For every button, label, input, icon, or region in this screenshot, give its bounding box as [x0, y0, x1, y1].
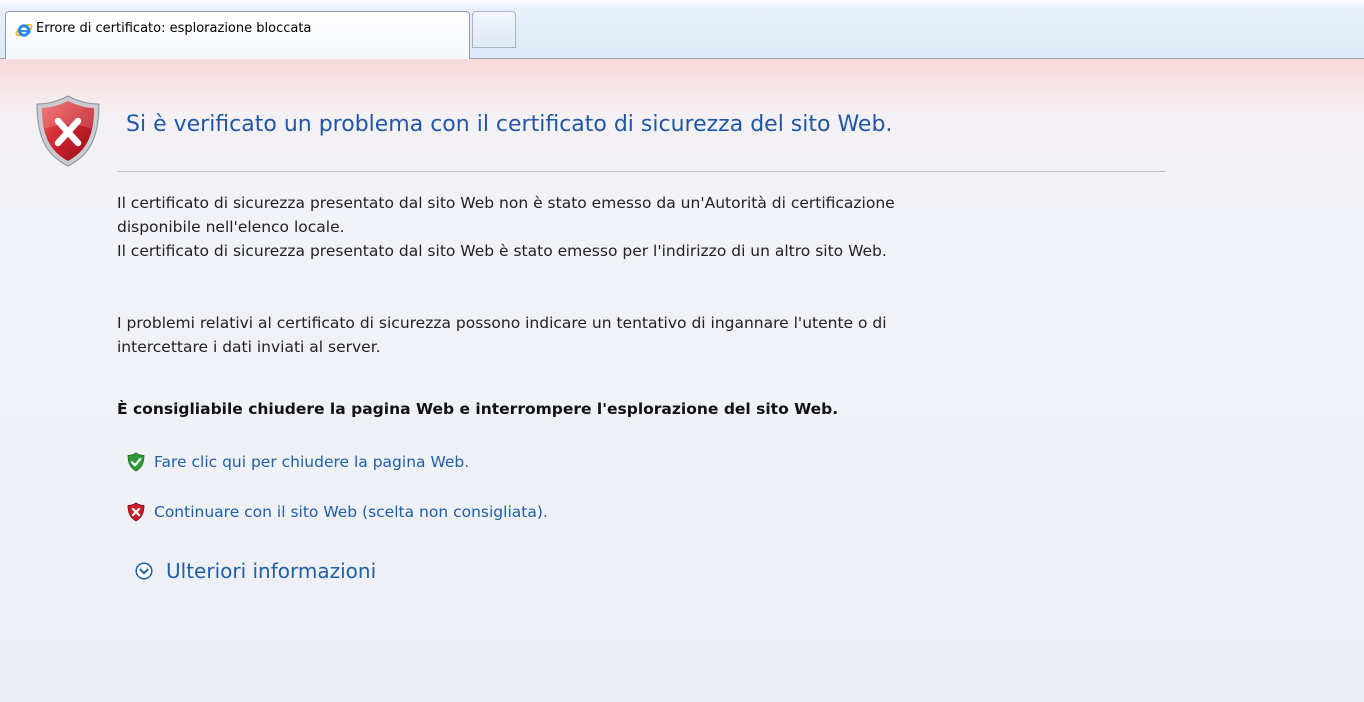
new-tab-button[interactable] — [472, 11, 516, 48]
tab-strip-highlight — [0, 0, 1364, 9]
warning-description-line: I problemi relativi al certificato di si… — [117, 314, 887, 332]
tab-strip: Errore di certificato: esplorazione bloc… — [0, 0, 1364, 59]
error-description-line: Il certificato di sicurezza presentato d… — [117, 194, 895, 212]
error-description-line: Il certificato di sicurezza presentato d… — [117, 242, 887, 260]
continue-to-site-link[interactable]: Continuare con il sito Web (scelta non c… — [127, 500, 548, 524]
chevron-down-circle-icon — [135, 562, 153, 580]
close-page-link[interactable]: Fare clic qui per chiudere la pagina Web… — [127, 450, 469, 474]
continue-to-site-link-label[interactable]: Continuare con il sito Web (scelta non c… — [154, 503, 548, 521]
divider — [117, 171, 1166, 172]
page-title: Si è verificato un problema con il certi… — [126, 112, 893, 137]
recommendation-text: È consigliabile chiudere la pagina Web e… — [117, 400, 839, 418]
tab-active[interactable]: Errore di certificato: esplorazione bloc… — [5, 11, 470, 59]
error-description-line: disponibile nell'elenco locale. — [117, 218, 345, 236]
red-shield-x-icon — [127, 502, 145, 522]
warning-description: I problemi relativi al certificato di si… — [117, 311, 1077, 359]
more-info-toggle[interactable]: Ulteriori informazioni — [135, 556, 376, 586]
internet-explorer-icon — [15, 23, 33, 37]
warning-description-line: intercettare i dati inviati al server. — [117, 338, 381, 356]
shield-error-icon — [36, 95, 100, 167]
tab-title: Errore di certificato: esplorazione bloc… — [36, 21, 312, 36]
error-description: Il certificato di sicurezza presentato d… — [117, 191, 1077, 263]
close-page-link-label[interactable]: Fare clic qui per chiudere la pagina Web… — [154, 453, 469, 471]
more-info-label[interactable]: Ulteriori informazioni — [166, 559, 376, 583]
green-shield-check-icon — [127, 452, 145, 472]
error-band — [0, 59, 1364, 114]
